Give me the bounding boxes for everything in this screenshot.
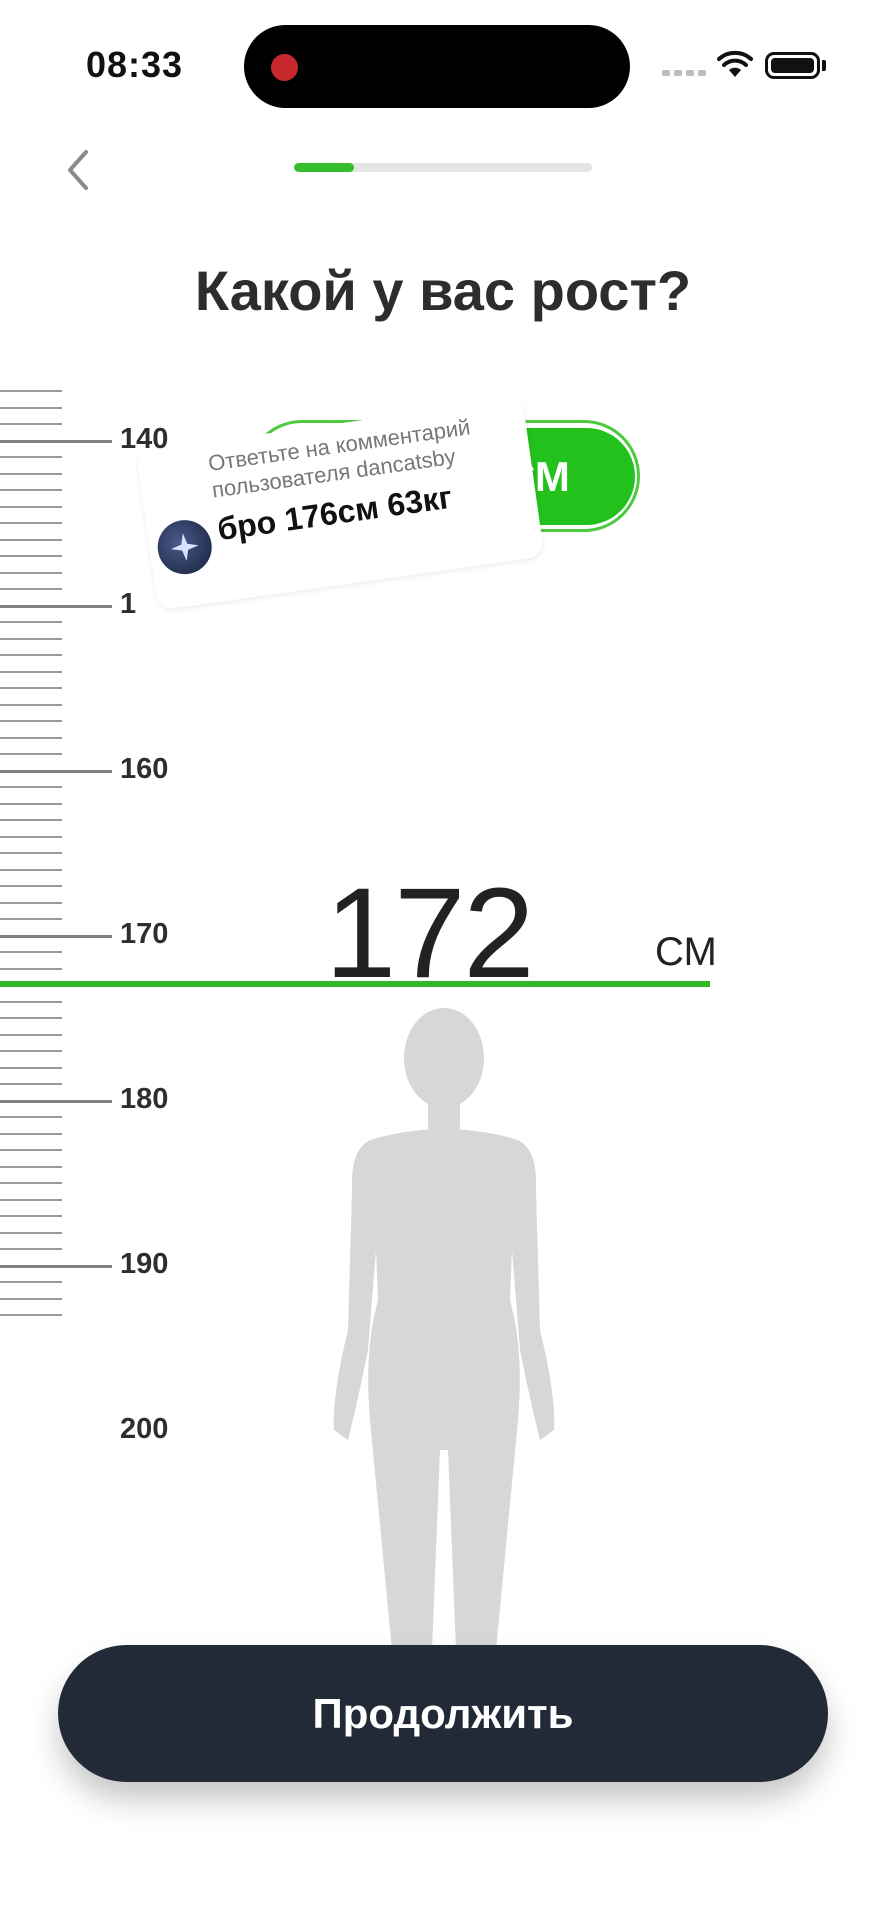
ruler-minor-tick [0,456,62,458]
ruler-minor-tick [0,703,62,706]
ruler-minor-tick [0,1116,62,1118]
ruler-minor-tick [0,670,62,673]
ruler-minor-tick [0,1000,62,1003]
ruler-minor-tick [0,1281,62,1283]
ruler-minor-tick [0,571,62,574]
sparkle-icon [154,516,216,578]
ruler-minor-tick [0,687,62,689]
ruler-minor-tick [0,885,62,887]
ruler-minor-tick [0,753,62,755]
ruler-minor-tick [0,736,62,739]
ruler-major-tick [0,769,112,773]
ruler-minor-tick [0,1083,62,1085]
ruler-minor-tick [0,1165,62,1168]
ruler-tick-label: 160 [120,752,169,785]
onboarding-progress-bar [294,163,592,172]
recording-indicator-icon [271,54,298,81]
cellular-signal-icon [662,70,706,78]
ruler-minor-tick [0,538,62,541]
battery-cap [822,60,826,71]
ruler-minor-tick [0,967,62,970]
ruler-minor-tick [0,1132,62,1135]
ruler-tick-label: 1 [120,587,137,620]
ruler-tick-label: 180 [120,1082,169,1115]
ruler-minor-tick [0,489,62,491]
ruler-minor-tick [0,621,62,623]
ruler-minor-tick [0,1182,62,1184]
ruler-minor-tick [0,868,62,871]
ruler-minor-tick [0,654,62,656]
ruler-minor-tick [0,918,62,920]
ruler-minor-tick [0,588,62,590]
ruler-minor-tick [0,1017,62,1019]
height-indicator-line [0,981,710,987]
ruler-minor-tick [0,555,62,557]
body-silhouette-icon [333,1008,555,1650]
wifi-icon [717,50,753,77]
ruler-major-tick [0,934,112,938]
ruler-major-tick [0,1264,112,1268]
continue-button[interactable]: Продолжить [58,1645,828,1782]
ruler-minor-tick [0,390,62,392]
ruler-minor-tick [0,1231,62,1234]
ruler-minor-tick [0,852,62,854]
battery-icon [765,52,820,79]
ruler-minor-tick [0,1066,62,1069]
ruler-minor-tick [0,835,62,838]
ruler-minor-tick [0,951,62,953]
ruler-minor-tick [0,423,62,425]
ruler-minor-tick [0,1297,62,1300]
ruler-tick-label: 200 [120,1412,169,1445]
ruler-minor-tick [0,1198,62,1201]
ruler-minor-tick [0,637,62,640]
status-time: 08:33 [86,44,184,85]
ruler-tick-label: 190 [120,1247,169,1280]
ruler-minor-tick [0,1248,62,1250]
ruler-minor-tick [0,522,62,524]
chevron-left-icon[interactable] [60,148,100,192]
ruler-minor-tick [0,472,62,475]
ruler-minor-tick [0,1033,62,1036]
dynamic-island [244,25,630,108]
ruler-minor-tick [0,505,62,508]
height-unit: СМ [655,930,717,974]
ruler-major-tick [0,439,112,443]
ruler-tick-label: 170 [120,917,169,950]
ruler-major-tick [0,604,112,608]
ruler-major-tick [0,1099,112,1103]
page-title: Какой у вас рост? [194,259,692,322]
ruler-minor-tick [0,720,62,722]
ruler-minor-tick [0,406,62,409]
ruler-minor-tick [0,786,62,788]
ruler-minor-tick [0,802,62,805]
ruler-minor-tick [0,1050,62,1052]
ruler-minor-tick [0,1149,62,1151]
progress-fill [294,163,354,172]
ruler-minor-tick [0,1314,62,1316]
ruler-minor-tick [0,1215,62,1217]
ruler-minor-tick [0,819,62,821]
ruler-minor-tick [0,901,62,904]
